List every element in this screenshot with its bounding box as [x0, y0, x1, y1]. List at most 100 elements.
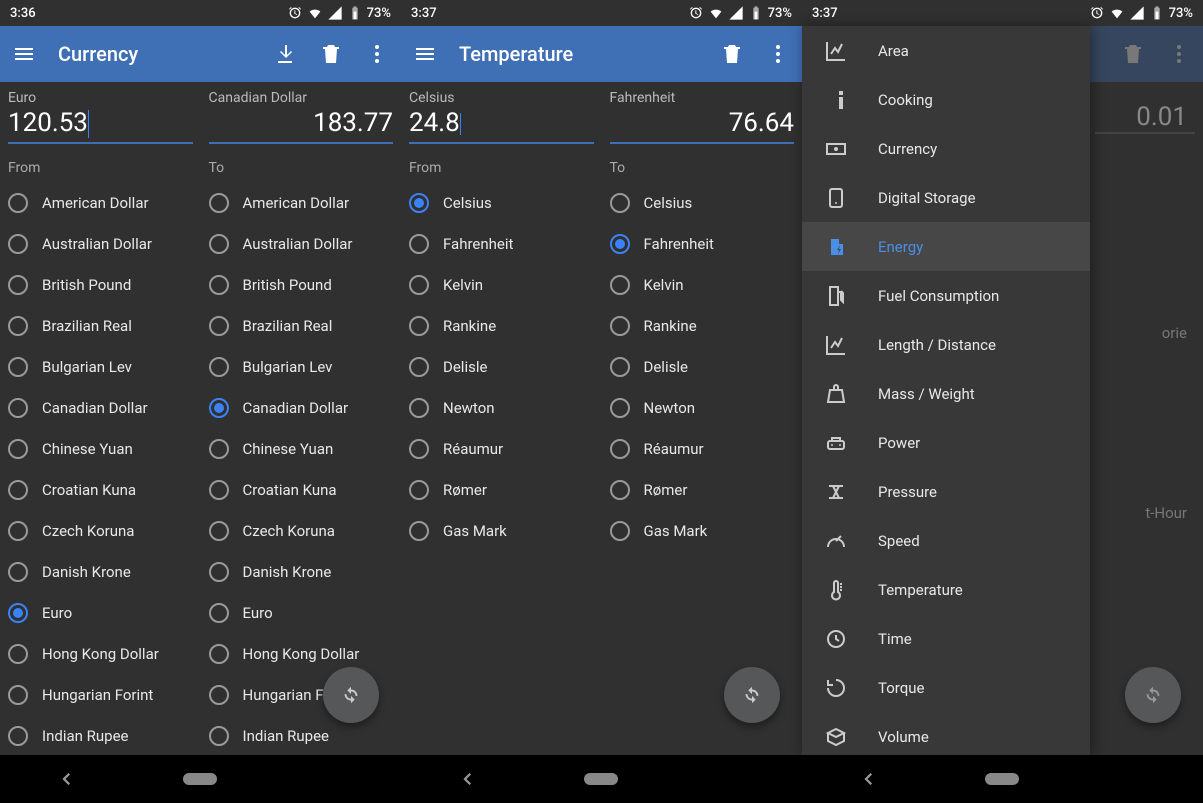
radio-option[interactable]: Hong Kong Dollar — [209, 633, 394, 674]
radio-option[interactable]: Indian Rupee — [8, 715, 193, 755]
drawer-item-mass-weight[interactable]: Mass / Weight — [802, 369, 1090, 418]
nav-home[interactable] — [566, 773, 636, 785]
nav-back[interactable] — [433, 770, 503, 788]
radio-option[interactable]: Indian Rupee — [209, 715, 394, 755]
radio-circle-icon — [8, 357, 28, 377]
radio-option[interactable]: Brazilian Real — [209, 305, 394, 346]
radio-circle-icon — [409, 398, 429, 418]
menu-icon[interactable] — [12, 42, 36, 66]
radio-option[interactable]: American Dollar — [8, 182, 193, 223]
drawer-item-area[interactable]: Area — [802, 26, 1090, 75]
radio-label: Indian Rupee — [42, 727, 128, 745]
drawer-item-digital-storage[interactable]: Digital Storage — [802, 173, 1090, 222]
radio-circle-icon — [8, 603, 28, 623]
nav-home[interactable] — [967, 773, 1037, 785]
radio-option[interactable]: Kelvin — [610, 264, 795, 305]
drawer-item-time[interactable]: Time — [802, 614, 1090, 663]
radio-circle-icon — [209, 685, 229, 705]
radio-option[interactable]: Czech Koruna — [209, 510, 394, 551]
radio-option[interactable]: Euro — [8, 592, 193, 633]
drawer-item-speed[interactable]: Speed — [802, 516, 1090, 565]
radio-option[interactable]: Fahrenheit — [610, 223, 795, 264]
radio-option[interactable]: Czech Koruna — [8, 510, 193, 551]
radio-option[interactable]: Canadian Dollar — [209, 387, 394, 428]
radio-option[interactable]: Danish Krone — [8, 551, 193, 592]
radio-option[interactable]: Celsius — [610, 182, 795, 223]
radio-option[interactable]: British Pound — [209, 264, 394, 305]
radio-option[interactable]: Bulgarian Lev — [8, 346, 193, 387]
radio-option[interactable]: Hungarian Forint — [8, 674, 193, 715]
time-icon — [824, 627, 848, 651]
radio-option[interactable]: Réaumur — [610, 428, 795, 469]
more-icon[interactable] — [365, 42, 389, 66]
radio-option[interactable]: Celsius — [409, 182, 594, 223]
radio-option[interactable]: Newton — [409, 387, 594, 428]
radio-option[interactable]: Gas Mark — [610, 510, 795, 551]
radio-circle-icon — [209, 193, 229, 213]
menu-icon[interactable] — [413, 42, 437, 66]
radio-option[interactable]: Delisle — [610, 346, 795, 387]
radio-option[interactable]: Newton — [610, 387, 795, 428]
drawer-item-currency[interactable]: Currency — [802, 124, 1090, 173]
download-icon[interactable] — [273, 42, 297, 66]
radio-option[interactable]: Gas Mark — [409, 510, 594, 551]
radio-circle-icon — [209, 644, 229, 664]
radio-option[interactable]: Fahrenheit — [409, 223, 594, 264]
radio-option[interactable]: Rankine — [610, 305, 795, 346]
power-icon — [824, 431, 848, 455]
nav-home[interactable] — [165, 773, 235, 785]
drawer-item-energy[interactable]: Energy — [802, 222, 1090, 271]
radio-option[interactable]: Canadian Dollar — [8, 387, 193, 428]
radio-option[interactable]: Australian Dollar — [209, 223, 394, 264]
drawer-item-torque[interactable]: Torque — [802, 663, 1090, 712]
radio-circle-icon — [209, 480, 229, 500]
radio-option[interactable]: Rankine — [409, 305, 594, 346]
radio-option[interactable]: Croatian Kuna — [8, 469, 193, 510]
drawer-item-length-distance[interactable]: Length / Distance — [802, 320, 1090, 369]
phone-temperature: 3:37 73% Temperature Celsius 24.8 From C… — [401, 0, 802, 803]
radio-circle-icon — [8, 398, 28, 418]
drawer-item-label: Pressure — [878, 483, 937, 501]
delete-icon — [1121, 42, 1145, 66]
more-icon[interactable] — [766, 42, 790, 66]
drawer-item-power[interactable]: Power — [802, 418, 1090, 467]
from-value[interactable]: 120.53 — [8, 106, 193, 144]
drawer-item-cooking[interactable]: Cooking — [802, 75, 1090, 124]
radio-option[interactable]: Croatian Kuna — [209, 469, 394, 510]
drawer-item-fuel-consumption[interactable]: Fuel Consumption — [802, 271, 1090, 320]
delete-icon[interactable] — [319, 42, 343, 66]
drawer-item-volume[interactable]: Volume — [802, 712, 1090, 755]
radio-option[interactable]: Australian Dollar — [8, 223, 193, 264]
swap-fab[interactable] — [1125, 667, 1181, 723]
nav-back[interactable] — [32, 770, 102, 788]
radio-circle-icon — [209, 275, 229, 295]
radio-option[interactable]: Rømer — [610, 469, 795, 510]
app-title: Temperature — [459, 42, 720, 66]
radio-option[interactable]: Chinese Yuan — [8, 428, 193, 469]
radio-option[interactable]: Rømer — [409, 469, 594, 510]
radio-option[interactable]: Réaumur — [409, 428, 594, 469]
radio-option[interactable]: Bulgarian Lev — [209, 346, 394, 387]
delete-icon[interactable] — [720, 42, 744, 66]
nav-back[interactable] — [834, 770, 904, 788]
radio-option[interactable]: American Dollar — [209, 182, 394, 223]
radio-option[interactable]: Hong Kong Dollar — [8, 633, 193, 674]
to-value[interactable]: 76.64 — [610, 106, 795, 144]
radio-option[interactable]: Euro — [209, 592, 394, 633]
drawer-item-pressure[interactable]: Pressure — [802, 467, 1090, 516]
from-value[interactable]: 24.8 — [409, 106, 594, 144]
to-value[interactable]: 183.77 — [209, 106, 394, 144]
radio-option[interactable]: Brazilian Real — [8, 305, 193, 346]
radio-option[interactable]: Delisle — [409, 346, 594, 387]
radio-option[interactable]: British Pound — [8, 264, 193, 305]
radio-option[interactable]: Chinese Yuan — [209, 428, 394, 469]
radio-option[interactable]: Danish Krone — [209, 551, 394, 592]
radio-option[interactable]: Kelvin — [409, 264, 594, 305]
swap-fab[interactable] — [323, 667, 379, 723]
radio-circle-icon — [409, 234, 429, 254]
from-radio-list: CelsiusFahrenheitKelvinRankineDelisleNew… — [409, 182, 594, 551]
radio-circle-icon — [8, 726, 28, 746]
radio-circle-icon — [610, 234, 630, 254]
swap-fab[interactable] — [724, 667, 780, 723]
drawer-item-temperature[interactable]: Temperature — [802, 565, 1090, 614]
